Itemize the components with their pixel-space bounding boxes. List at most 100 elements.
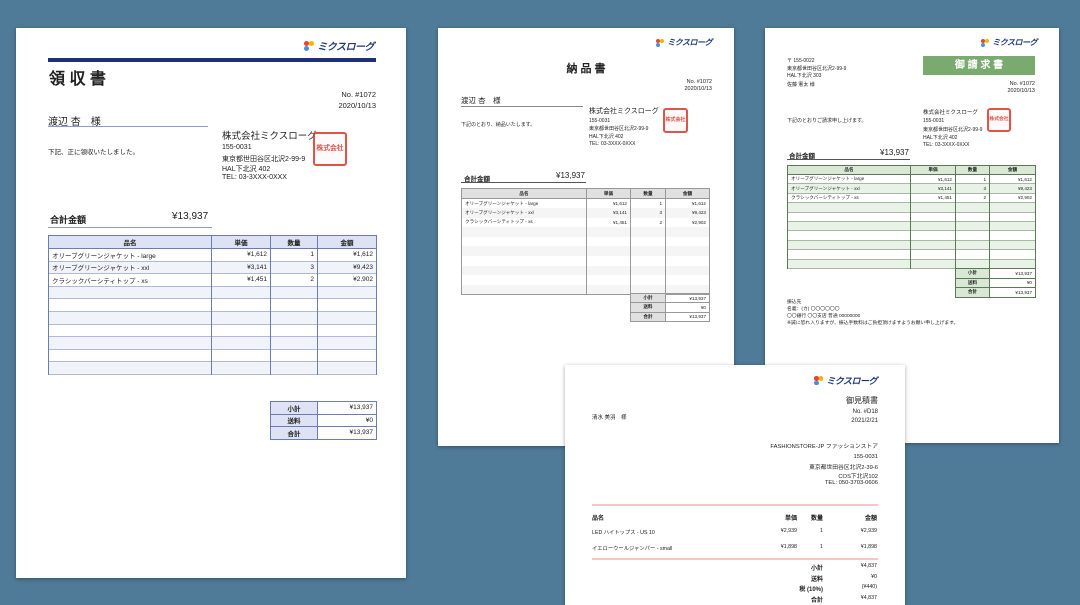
cell-item-name: オリーブグリーンジャケット - large xyxy=(787,174,911,185)
summary-value: ¥13,937 xyxy=(989,268,1036,279)
column-header-item-name: 品名 xyxy=(592,516,605,522)
bill-to-postal: 〒 155-0022 xyxy=(787,58,815,64)
empty-table-row xyxy=(48,324,377,338)
cell-unit-price xyxy=(586,246,631,257)
cell-item-name xyxy=(48,311,212,325)
divider-top xyxy=(592,504,878,506)
cell-quantity: 2 xyxy=(955,193,990,204)
company-logo: ミクスローグ xyxy=(981,37,1037,48)
cell-unit-price: ¥1,612 xyxy=(211,248,271,262)
summary-label: 合計 xyxy=(630,311,666,322)
summary-label: 送料 xyxy=(810,576,823,583)
company-logo: ミクスローグ xyxy=(304,38,374,53)
issuer-address: 東京都世田谷区北沢2-99-9 xyxy=(222,156,306,163)
cell-unit-price xyxy=(586,284,631,295)
cell-item-name: オリーブグリーンジャケット - xxl xyxy=(787,183,911,194)
logo-text: ミクスローグ xyxy=(317,42,374,53)
cell-quantity xyxy=(955,212,990,222)
cell-unit-price: ¥1,451 xyxy=(586,217,631,228)
summary-table: 小計 ¥13,937 送料 ¥0 合計 ¥13,937 xyxy=(630,292,710,322)
item-quantity: 1 xyxy=(820,544,823,550)
cell-quantity: 2 xyxy=(270,273,318,287)
cell-amount xyxy=(989,259,1036,269)
empty-table-row xyxy=(787,259,1036,269)
summary-value: ¥4,837 xyxy=(860,563,877,569)
cell-unit-price xyxy=(211,361,271,375)
empty-table-row xyxy=(461,256,710,266)
title-bar xyxy=(48,58,376,62)
summary-row: 小計 ¥13,937 xyxy=(270,401,377,415)
column-header-quantity: 数量 xyxy=(630,188,666,199)
column-header-quantity: 数量 xyxy=(270,235,318,249)
table-row: クラシックバーシティトップ - xs ¥1,451 2 ¥2,902 xyxy=(48,273,377,287)
recipient-name: 渡辺 杏 様 xyxy=(461,96,501,105)
divider-bottom xyxy=(592,558,878,560)
cell-amount xyxy=(665,256,710,266)
cell-item-name: オリーブグリーンジャケット - large xyxy=(461,198,587,209)
cell-unit-price: ¥3,141 xyxy=(910,183,956,194)
total-underline xyxy=(787,159,910,160)
table-header-row: 品名 単価 数量 金額 xyxy=(787,165,1036,175)
cell-amount xyxy=(989,240,1036,251)
cell-item-name xyxy=(787,240,911,251)
message: 下記のとおりご請求申し上げます。 xyxy=(787,118,867,124)
cell-amount: ¥9,423 xyxy=(317,261,377,275)
recipient-underline xyxy=(48,126,208,127)
summary-table: 小計 ¥13,937 送料 ¥0 合計 ¥13,937 xyxy=(270,401,377,440)
cell-unit-price xyxy=(910,240,956,251)
summary-label: 小計 xyxy=(270,401,318,415)
document-date: 2020/10/13 xyxy=(684,86,712,92)
document-title: 納 品 書 xyxy=(566,63,606,75)
cell-unit-price xyxy=(910,212,956,222)
message: 下記、正に領収いたしました。 xyxy=(48,149,139,156)
summary-label: 送料 xyxy=(270,413,318,427)
empty-table-row xyxy=(787,249,1036,260)
issuer-tel: TEL: 03-3XXX-0XXX xyxy=(923,142,970,148)
cell-item-name xyxy=(48,286,212,300)
table-header-row: 品名 単価 数量 金額 xyxy=(48,235,377,249)
cell-quantity: 1 xyxy=(270,248,318,262)
document-date: 2021/2/21 xyxy=(851,418,878,424)
table-row: オリーブグリーンジャケット - xxl ¥3,141 3 ¥9,423 xyxy=(48,261,377,275)
bank-label: 振込先 xyxy=(787,300,802,305)
cell-item-name: クラシックバーシティトップ - xs xyxy=(461,217,587,228)
document-number: No. #1072 xyxy=(341,90,376,99)
column-header-unit-price: 単価 xyxy=(211,235,271,249)
cell-item-name xyxy=(787,202,911,213)
summary-value: ¥13,937 xyxy=(317,426,377,440)
cell-item-name xyxy=(461,265,587,276)
empty-table-row xyxy=(48,361,377,375)
cell-item-name xyxy=(461,275,587,285)
cell-item-name xyxy=(461,236,587,247)
cell-unit-price: ¥1,451 xyxy=(910,193,956,204)
summary-label: 送料 xyxy=(955,277,990,288)
cell-item-name xyxy=(48,336,212,350)
issuer-building: HAL下北沢 402 xyxy=(222,166,271,173)
company-logo: ミクスローグ xyxy=(656,37,712,48)
cell-item-name xyxy=(787,212,911,222)
summary-value: ¥13,937 xyxy=(665,292,710,304)
items-table: 品名 単価 数量 金額 オリーブグリーンジャケット - large ¥1,612 1 ¥1,6… xyxy=(48,235,377,375)
cell-quantity xyxy=(270,311,318,325)
cell-quantity xyxy=(630,265,666,276)
cell-unit-price xyxy=(910,249,956,260)
column-header-amount: 金額 xyxy=(864,516,877,522)
summary-label: 送料 xyxy=(630,302,666,313)
empty-table-row xyxy=(787,212,1036,222)
logo-text: ミクスローグ xyxy=(992,38,1037,47)
cell-unit-price: ¥1,451 xyxy=(211,273,271,287)
message: 下記のとおり、納品いたします。 xyxy=(461,122,536,128)
column-header-unit-price: 単価 xyxy=(784,516,797,522)
cell-quantity xyxy=(955,202,990,213)
recipient-underline xyxy=(461,106,583,107)
cell-quantity xyxy=(630,236,666,247)
item-unit-price: ¥2,939 xyxy=(780,528,797,534)
empty-table-row xyxy=(787,202,1036,213)
bill-to-address: 東京都世田谷区北沢2-99-9 xyxy=(787,66,847,72)
document-number: No. #1072 xyxy=(1009,81,1035,87)
summary-row: 送料 ¥0 xyxy=(955,277,1036,288)
issuer-postal: 155-0031 xyxy=(923,118,945,124)
cell-amount xyxy=(989,212,1036,222)
cell-unit-price xyxy=(586,256,631,266)
summary-table: 小計 ¥13,937 送料 ¥0 合計 ¥13,937 xyxy=(955,268,1036,298)
